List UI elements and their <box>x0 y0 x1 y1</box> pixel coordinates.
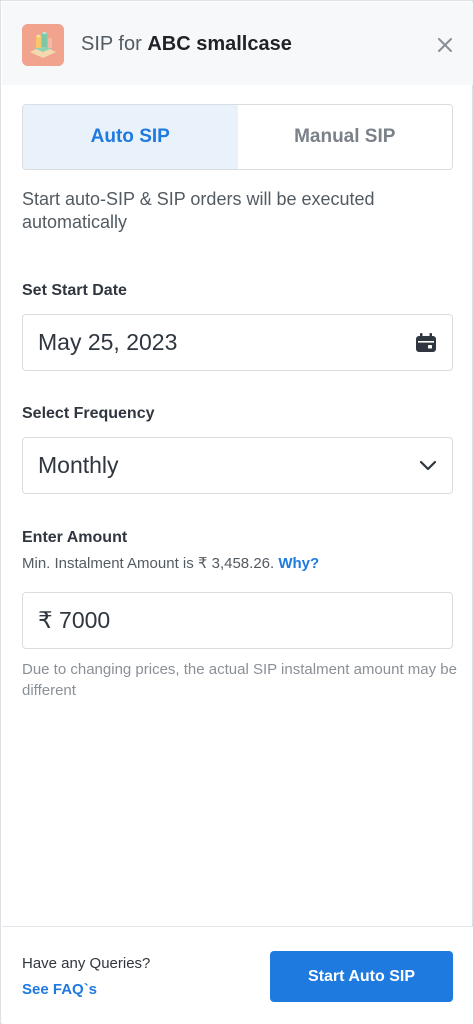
tab-auto-sip[interactable]: Auto SIP <box>23 105 238 169</box>
amount-input[interactable]: ₹ 7000 <box>22 592 453 649</box>
price-change-note: Due to changing prices, the actual SIP i… <box>22 661 457 699</box>
start-date-field[interactable]: May 25, 2023 <box>22 314 453 371</box>
dialog-header: SIP for ABC smallcase <box>2 2 473 85</box>
close-icon <box>438 38 452 52</box>
frequency-label: Select Frequency <box>22 405 155 422</box>
faq-link[interactable]: See FAQ`s <box>22 981 97 998</box>
auto-sip-description: Start auto-SIP & SIP orders will be exec… <box>22 189 375 232</box>
chevron-down-icon <box>419 460 437 470</box>
amount-value: ₹ 7000 <box>38 607 111 633</box>
min-amount-hint: Min. Instalment Amount is ₹ 3,458.26. Wh… <box>22 554 319 572</box>
amount-label: Enter Amount <box>22 529 128 546</box>
min-amount-text: Min. Instalment Amount is ₹ 3,458.26. <box>22 555 279 572</box>
start-date-label: Set Start Date <box>22 282 127 299</box>
sip-type-tabs: Auto SIP Manual SIP <box>22 104 453 170</box>
start-auto-sip-button[interactable]: Start Auto SIP <box>270 951 453 1002</box>
calendar-icon <box>416 332 436 352</box>
smallcase-name: ABC smallcase <box>147 33 292 55</box>
tab-manual-sip[interactable]: Manual SIP <box>237 105 452 169</box>
smallcase-logo-icon <box>22 24 64 66</box>
dialog-footer: Have any Queries? See FAQ`s Start Auto S… <box>2 926 473 1024</box>
why-link[interactable]: Why? <box>278 555 319 572</box>
frequency-value: Monthly <box>38 452 119 478</box>
queries-text: Have any Queries? <box>22 955 151 972</box>
dialog-title: SIP for ABC smallcase <box>81 33 292 56</box>
start-date-value: May 25, 2023 <box>38 329 178 355</box>
frequency-select[interactable]: Monthly <box>22 437 453 494</box>
close-button[interactable] <box>430 30 460 60</box>
sip-dialog: SIP for ABC smallcase Auto SIP Manual SI… <box>0 0 473 1024</box>
title-prefix: SIP for <box>81 33 148 55</box>
